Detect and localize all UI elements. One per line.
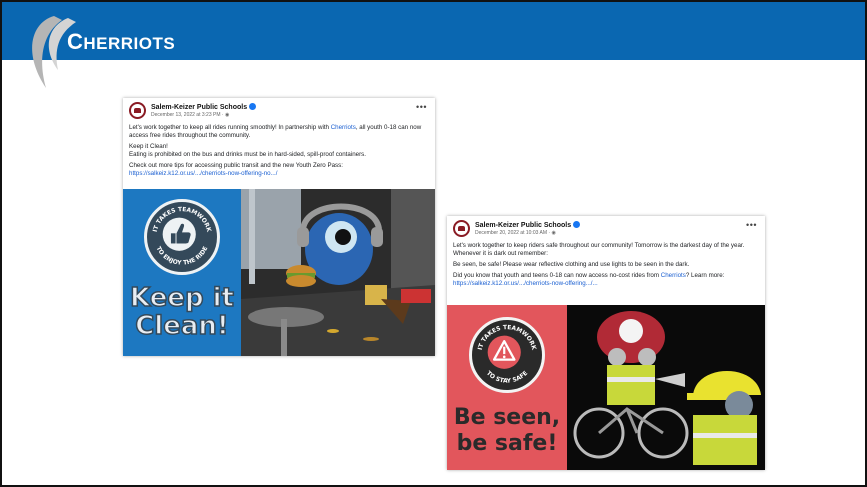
bus-seat-mascot-illustration [241, 189, 435, 356]
svg-text:TO STAY SAFE: TO STAY SAFE [485, 370, 529, 385]
post-header: Salem-Keizer Public Schools December 20,… [447, 216, 765, 242]
cherriots-link[interactable]: Cherriots [331, 124, 356, 131]
brand-initial: C [67, 29, 84, 54]
article-link[interactable]: https://salkeiz.k12.or.us/.../cherriots-… [129, 170, 277, 177]
teamwork-badge: IT TAKES TEAMWORK TO ENJOY THE RIDE [144, 199, 220, 275]
badge-ring-text: IT TAKES TEAMWORK TO ENJOY THE RIDE [152, 206, 213, 267]
clean-headline: Clean! [134, 311, 229, 341]
brand-rest: HERRIOTS [83, 34, 176, 53]
keep-clean-panel: IT TAKES TEAMWORK TO ENJOY THE RIDE Keep… [123, 189, 241, 356]
verified-badge-icon [573, 221, 581, 228]
slide: CHERRIOTS Salem-Keizer Public Schools De… [0, 0, 867, 487]
night-cyclist-mascot-illustration [567, 305, 765, 470]
cherriots-link[interactable]: Cherriots [661, 272, 686, 279]
article-link[interactable]: https://salkeiz.k12.or.us/.../cherriots-… [453, 280, 598, 287]
post-image[interactable]: IT TAKES TEAMWORK TO ENJOY THE RIDE Keep… [123, 189, 435, 356]
badge-ring-text: IT TAKES TEAMWORK TO STAY SAFE [477, 324, 538, 385]
bus-illustration [241, 189, 435, 356]
be-safe-headline: be safe! [456, 431, 558, 456]
brand-wordmark: CHERRIOTS [67, 29, 175, 55]
facebook-post-be-seen: Salem-Keizer Public Schools December 20,… [447, 216, 765, 470]
post-body: Let's work together to keep all rides ru… [129, 124, 422, 177]
post-date[interactable]: December 13, 2022 at 3:23 PM · ◉ [151, 112, 229, 118]
post-image[interactable]: IT TAKES TEAMWORK TO STAY SAFE Be seen, … [447, 305, 765, 470]
post-author[interactable]: Salem-Keizer Public Schools [151, 103, 257, 111]
post-header: Salem-Keizer Public Schools December 13,… [123, 98, 435, 124]
post-author[interactable]: Salem-Keizer Public Schools [475, 221, 581, 229]
verified-badge-icon [249, 103, 257, 110]
globe-icon: ◉ [551, 230, 556, 236]
school-avatar-icon[interactable] [453, 220, 470, 237]
post-body: Let's work together to keep riders safe … [453, 242, 745, 287]
facebook-post-keep-clean: Salem-Keizer Public Schools December 13,… [123, 98, 435, 356]
night-cyclist-illustration [567, 305, 765, 470]
post-date[interactable]: December 20, 2022 at 10:03 AM · ◉ [475, 230, 556, 236]
keep-it-headline: Keep it [129, 283, 234, 313]
be-safe-panel: IT TAKES TEAMWORK TO STAY SAFE Be seen, … [447, 305, 567, 470]
more-options-icon[interactable]: ••• [416, 102, 427, 112]
more-options-icon[interactable]: ••• [746, 220, 757, 230]
school-avatar-icon[interactable] [129, 102, 146, 119]
be-seen-headline: Be seen, [453, 405, 561, 430]
teamwork-badge: IT TAKES TEAMWORK TO STAY SAFE [469, 317, 545, 393]
globe-icon: ◉ [224, 112, 230, 118]
